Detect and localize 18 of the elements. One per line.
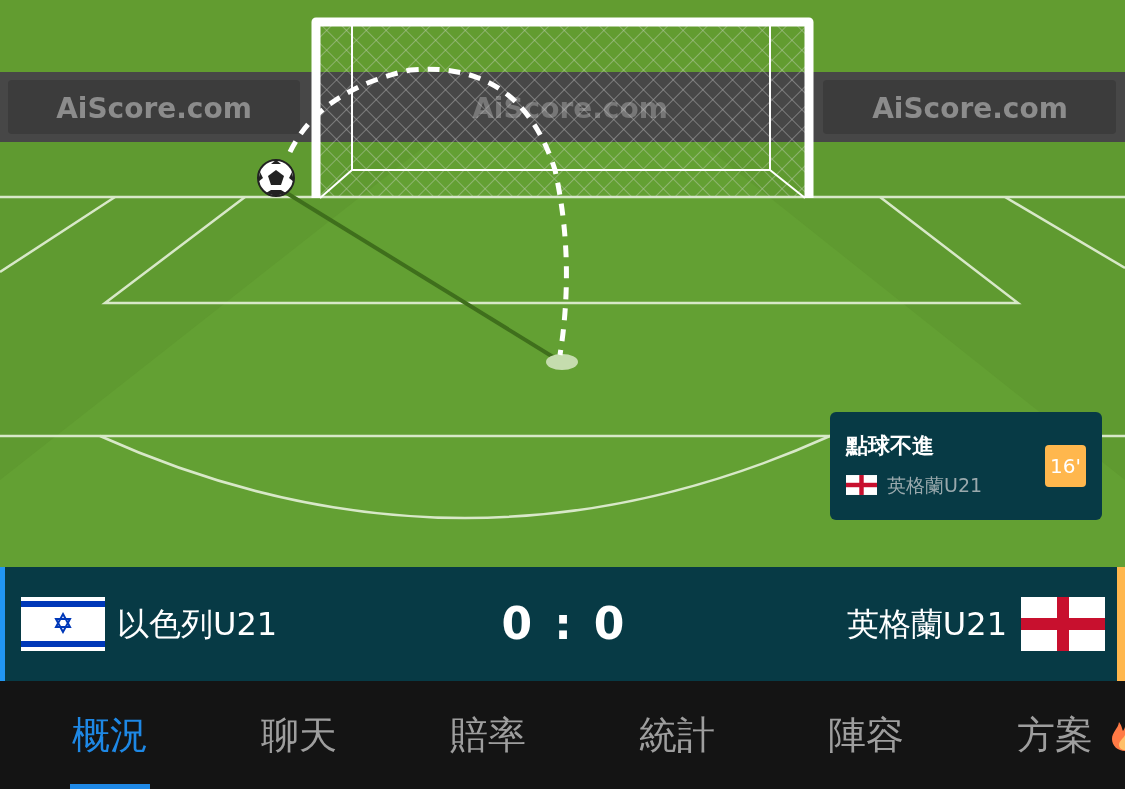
tab[interactable]: 聊天 <box>258 681 339 789</box>
tab[interactable]: 陣容 <box>825 681 906 789</box>
away-team-name: 英格蘭U21 <box>846 604 1007 645</box>
event-title: 點球不進 <box>846 432 935 459</box>
home-team-name: 以色列U21 <box>117 604 278 645</box>
soccer-ball-icon <box>257 159 295 197</box>
home-score: 0 <box>501 597 533 651</box>
tab[interactable]: 統計 <box>636 681 717 789</box>
penalty-spot <box>546 354 578 370</box>
minute-badge: 16' <box>1045 445 1086 487</box>
ad-board-text: AiScore.com <box>56 92 252 125</box>
away-score: 0 <box>593 597 625 651</box>
tab[interactable]: 賠率 <box>447 681 528 789</box>
team-name: 英格蘭U21 <box>887 472 983 498</box>
tab[interactable]: 概況 <box>69 681 150 789</box>
tab[interactable]: 方案 <box>1014 681 1095 789</box>
ad-board-text: AiScore.com <box>872 92 1068 125</box>
score-separator: : <box>554 597 572 651</box>
